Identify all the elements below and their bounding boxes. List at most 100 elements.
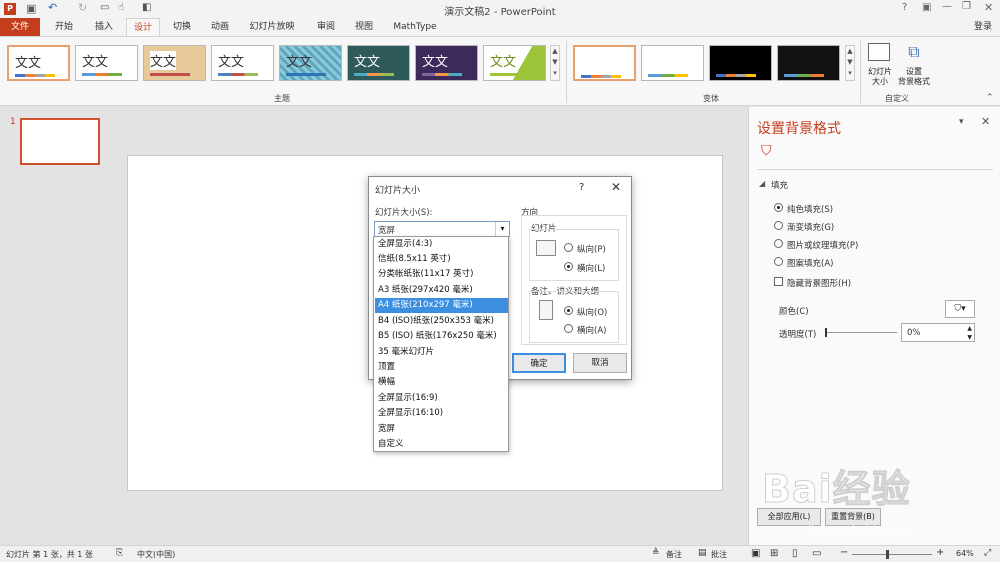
theme-5[interactable]: 文文 (279, 45, 342, 81)
tab-home[interactable]: 开始 (48, 18, 80, 36)
cancel-button[interactable]: 取消 (573, 353, 627, 373)
dropdown-item-selected[interactable]: A4 纸张(210x297 毫米) (375, 298, 508, 313)
notes-portrait-radio[interactable] (564, 306, 573, 315)
fill-bucket-icon[interactable]: ⛉ (761, 143, 772, 159)
spellcheck-icon[interactable]: ⎘ (116, 548, 123, 558)
present-icon[interactable]: ▭ (100, 2, 109, 13)
gradient-fill-radio[interactable] (774, 221, 783, 230)
dropdown-item[interactable]: 横幅 (375, 375, 508, 390)
slide-portrait-radio[interactable] (564, 243, 573, 252)
dropdown-item[interactable]: 宽屏 (375, 422, 508, 437)
solid-fill-radio[interactable] (774, 203, 783, 212)
tab-design[interactable]: 设计 (126, 18, 160, 36)
slide-size-button[interactable]: 幻灯片 大小 (862, 67, 898, 87)
tab-review[interactable]: 审阅 (310, 18, 342, 36)
dropdown-item[interactable]: 35 毫米幻灯片 (375, 345, 508, 360)
dropdown-item[interactable]: 分类帐纸张(11x17 英寸) (375, 267, 508, 282)
pane-close-icon[interactable]: ✕ (981, 115, 990, 128)
tab-view[interactable]: 视图 (348, 18, 380, 36)
transparency-input[interactable]: 0% ▲ ▼ (901, 323, 975, 342)
comments-button[interactable]: 批注 (711, 549, 727, 560)
tab-animations[interactable]: 动画 (204, 18, 236, 36)
picture-fill-radio[interactable] (774, 239, 783, 248)
tab-slideshow[interactable]: 幻灯片放映 (246, 18, 298, 36)
fill-section-label[interactable]: 填充 (771, 179, 788, 191)
variants-scroll-icon[interactable]: ▲ ▼ ▾ (845, 45, 855, 81)
notes-button[interactable]: 备注 (666, 549, 682, 560)
save-icon[interactable]: ▣ (26, 2, 36, 15)
zoom-level[interactable]: 64% (956, 549, 974, 558)
theme-office[interactable]: 文文 (7, 45, 70, 81)
dropdown-item[interactable]: 全屏显示(4:3) (375, 237, 508, 252)
variant-3[interactable] (709, 45, 772, 81)
tab-insert[interactable]: 插入 (88, 18, 120, 36)
normal-view-icon[interactable]: ▣ (751, 548, 760, 559)
zoom-slider[interactable] (852, 554, 932, 555)
login-link[interactable]: 登录 (968, 18, 998, 36)
hide-bg-checkbox[interactable] (774, 277, 783, 286)
theme-7[interactable]: 文文 (415, 45, 478, 81)
restore-icon[interactable]: ❐ (962, 1, 971, 12)
reading-view-icon[interactable]: ▯ (792, 548, 798, 559)
slide-size-icon[interactable] (868, 43, 890, 61)
pane-options-icon[interactable]: ▾ (959, 117, 964, 127)
fit-slide-icon[interactable]: ⤢ (984, 548, 991, 558)
variant-2[interactable] (641, 45, 704, 81)
slide-sorter-icon[interactable]: ⊞ (770, 548, 778, 559)
landscape-page-icon (536, 240, 556, 256)
ok-button[interactable]: 确定 (512, 353, 566, 373)
transparency-slider[interactable] (825, 332, 897, 333)
customize-qat-icon[interactable]: ◧ (142, 2, 151, 13)
notes-icon[interactable]: ≜ (652, 548, 660, 558)
dropdown-item[interactable]: 顶置 (375, 360, 508, 375)
powerpoint-logo-icon: P (4, 3, 16, 15)
transparency-slider-thumb[interactable] (825, 328, 827, 337)
dropdown-item[interactable]: 全屏显示(16:9) (375, 391, 508, 406)
variant-4[interactable] (777, 45, 840, 81)
tab-transitions[interactable]: 切换 (166, 18, 198, 36)
undo-icon[interactable]: ↶ (48, 1, 57, 14)
dropdown-item[interactable]: 信纸(8.5x11 英寸) (375, 252, 508, 267)
chevron-down-icon[interactable]: ▾ (495, 222, 509, 236)
zoom-in-icon[interactable]: + (936, 547, 944, 558)
zoom-out-icon[interactable]: − (840, 547, 848, 558)
dialog-help-icon[interactable]: ? (579, 182, 584, 193)
theme-6[interactable]: 文文 (347, 45, 410, 81)
dropdown-item[interactable]: B5 (ISO) 纸张(176x250 毫米) (375, 329, 508, 344)
minimize-icon[interactable]: — (942, 1, 952, 12)
variant-1[interactable] (573, 45, 636, 81)
touch-mode-icon[interactable]: ☝ (118, 2, 124, 13)
pattern-fill-radio[interactable] (774, 257, 783, 266)
redo-icon[interactable]: ↻ (78, 1, 87, 14)
dropdown-item[interactable]: 全屏显示(16:10) (375, 406, 508, 421)
spinner-icon[interactable]: ▲ ▼ (967, 324, 972, 342)
close-icon[interactable]: ✕ (984, 1, 993, 14)
format-background-button[interactable]: 设置 背景格式 (894, 67, 934, 87)
collapse-ribbon-icon[interactable]: ⌃ (986, 93, 994, 103)
divider (757, 169, 993, 170)
comments-icon[interactable]: ▤ (698, 548, 707, 558)
help-icon[interactable]: ? (902, 2, 907, 13)
themes-scroll-icon[interactable]: ▲ ▼ ▾ (550, 45, 560, 81)
theme-8[interactable]: 文文 (483, 45, 546, 81)
slide-size-select[interactable]: 宽屏 ▾ (374, 221, 510, 237)
tab-file[interactable]: 文件 (0, 18, 40, 36)
dropdown-item[interactable]: A3 纸张(297x420 毫米) (375, 283, 508, 298)
notes-landscape-radio[interactable] (564, 324, 573, 333)
dropdown-item[interactable]: 自定义 (375, 437, 508, 452)
zoom-slider-thumb[interactable] (886, 550, 889, 559)
ribbon-display-icon[interactable]: ▣ (922, 2, 931, 13)
format-background-icon[interactable]: ⧉ (904, 42, 924, 62)
dropdown-item[interactable]: B4 (ISO)纸张(250x353 毫米) (375, 314, 508, 329)
tab-mathtype[interactable]: MathType (388, 18, 442, 36)
slide-thumbnail[interactable] (20, 118, 100, 165)
dialog-close-icon[interactable]: ✕ (611, 180, 621, 194)
slideshow-view-icon[interactable]: ▭ (812, 548, 821, 559)
slide-landscape-radio[interactable] (564, 262, 573, 271)
language-status[interactable]: 中文(中国) (137, 549, 175, 560)
color-picker-button[interactable]: ⛉▾ (945, 300, 975, 318)
theme-4[interactable]: 文文 (211, 45, 274, 81)
theme-3[interactable]: 文文 (143, 45, 206, 81)
theme-2[interactable]: 文文 (75, 45, 138, 81)
collapse-icon[interactable]: ◢ (759, 179, 765, 188)
